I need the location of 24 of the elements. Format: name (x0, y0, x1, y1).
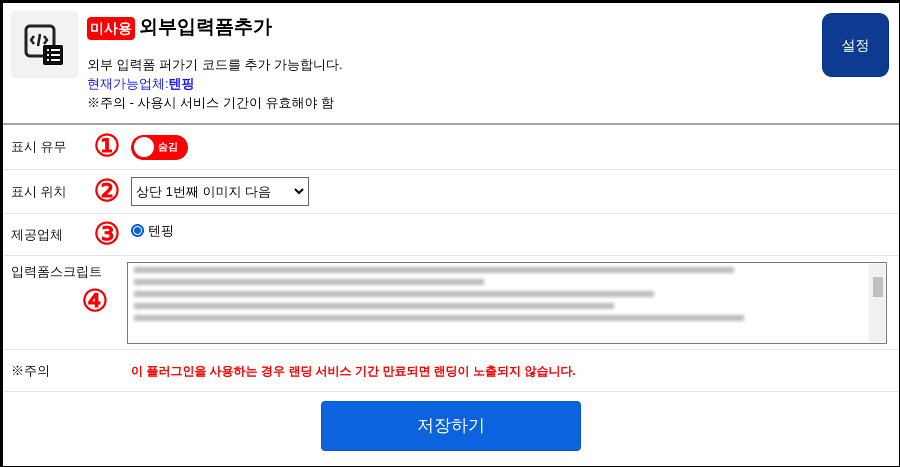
field-label: 입력폼스크립트 (11, 263, 103, 281)
step-number: ③ (92, 218, 122, 250)
chevron-down-icon (294, 188, 304, 195)
vendor-note: 현재가능업체:텐핑 (87, 74, 196, 92)
html-form-icon (11, 11, 78, 78)
warning-text: 이 플러그인을 사용하는 경우 랜딩 서비스 기간 만료되면 랜딩이 노출되지 않습니다. (131, 362, 576, 380)
save-button[interactable]: 저장하기 (321, 401, 581, 451)
settings-button[interactable]: 설정 (822, 13, 889, 77)
field-label: 표시 위치 (11, 184, 67, 199)
visibility-toggle[interactable]: 숨김 (131, 134, 188, 160)
plugin-title: 외부입력폼추가 (139, 16, 272, 40)
caution-note: ※주의 - 사용시 서비스 기간이 유효해야 함 (87, 94, 335, 112)
field-label: ※주의 (11, 362, 50, 378)
vendor-radio[interactable]: 텐핑 (131, 221, 174, 240)
position-dropdown[interactable]: 상단 1번째 이미지 다음 (131, 177, 309, 206)
script-textarea[interactable] (127, 262, 887, 344)
step-number: ④ (80, 286, 110, 318)
scrollbar[interactable] (869, 263, 886, 343)
description: 외부 입력폼 퍼가기 코드를 추가 가능합니다. (87, 56, 344, 74)
status-badge: 미사용 (87, 16, 135, 40)
field-label: 표시 유무 (11, 139, 67, 154)
step-number: ① (92, 131, 122, 163)
step-number: ② (92, 176, 122, 208)
field-label: 제공업체 (11, 226, 63, 242)
